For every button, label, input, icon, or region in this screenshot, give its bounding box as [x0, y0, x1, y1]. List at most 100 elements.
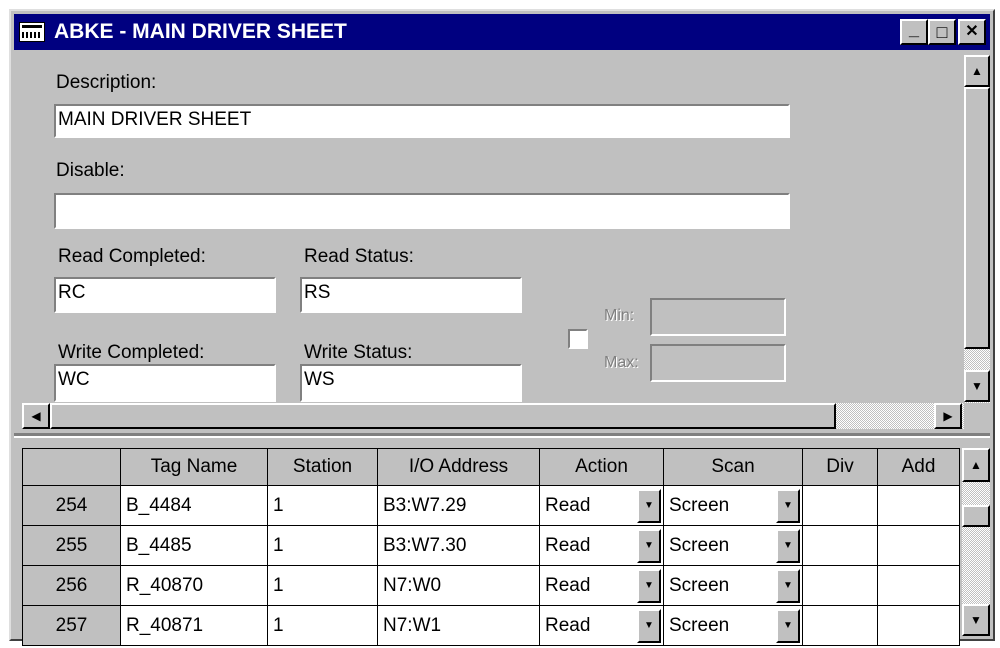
header-add[interactable]: Add — [877, 448, 960, 486]
header-scan[interactable]: Scan — [663, 448, 803, 486]
min-input[interactable] — [650, 298, 786, 336]
action-value: Read — [545, 494, 591, 516]
header-corner[interactable] — [22, 448, 121, 486]
description-label: Description: — [56, 72, 157, 93]
form-scroll-left-button[interactable]: ◀ — [22, 403, 50, 429]
header-station[interactable]: Station — [267, 448, 378, 486]
action-dropdown[interactable]: Read ▼ — [539, 485, 664, 526]
table-header-row: Tag Name Station I/O Address Action Scan… — [22, 448, 960, 486]
arrow-up-icon: ▲ — [970, 458, 982, 472]
dropdown-arrow-icon[interactable]: ▼ — [776, 528, 800, 563]
arrow-up-icon: ▲ — [971, 64, 983, 78]
max-input[interactable] — [650, 344, 786, 382]
scan-value: Screen — [669, 614, 730, 636]
maximize-icon: □ — [936, 22, 948, 42]
row-number[interactable]: 255 — [22, 525, 121, 566]
write-status-input[interactable]: WS — [300, 364, 522, 402]
grid-scroll-up-button[interactable]: ▲ — [962, 448, 990, 482]
grid-scroll-down-button[interactable]: ▼ — [962, 604, 990, 636]
min-label: Min: — [604, 307, 635, 324]
io-address-cell[interactable]: N7:W1 — [377, 605, 540, 646]
dropdown-arrow-icon[interactable]: ▼ — [776, 568, 800, 603]
action-value: Read — [545, 574, 591, 596]
station-cell[interactable]: 1 — [267, 605, 378, 646]
arrow-down-icon: ▼ — [970, 613, 982, 627]
read-completed-label: Read Completed: — [58, 246, 206, 267]
form-scroll-up-button[interactable]: ▲ — [964, 55, 990, 87]
io-address-cell[interactable]: N7:W0 — [377, 565, 540, 606]
pane-splitter[interactable] — [14, 433, 990, 438]
read-completed-input[interactable]: RC — [54, 277, 276, 313]
table-row: 257 R_40871 1 N7:W1 Read ▼ Screen ▼ — [22, 605, 960, 646]
add-cell[interactable] — [877, 565, 960, 606]
div-cell[interactable] — [802, 565, 878, 606]
dropdown-arrow-icon[interactable]: ▼ — [776, 608, 800, 643]
add-cell[interactable] — [877, 525, 960, 566]
title-bar[interactable]: ABKE - MAIN DRIVER SHEET _ □ ✕ — [14, 14, 990, 50]
header-action[interactable]: Action — [539, 448, 664, 486]
arrow-down-icon: ▼ — [971, 379, 983, 393]
scan-value: Screen — [669, 494, 730, 516]
dropdown-arrow-icon[interactable]: ▼ — [776, 488, 800, 523]
max-label: Max: — [604, 354, 639, 371]
form-horizontal-thumb[interactable] — [50, 403, 836, 429]
range-checkbox[interactable] — [568, 329, 588, 349]
table-row: 256 R_40870 1 N7:W0 Read ▼ Screen ▼ — [22, 565, 960, 606]
div-cell[interactable] — [802, 605, 878, 646]
form-scroll-down-button[interactable]: ▼ — [964, 370, 990, 402]
action-dropdown[interactable]: Read ▼ — [539, 565, 664, 606]
write-completed-label: Write Completed: — [58, 342, 205, 363]
header-io-address[interactable]: I/O Address — [377, 448, 540, 486]
close-button[interactable]: ✕ — [958, 19, 986, 45]
read-status-input[interactable]: RS — [300, 277, 522, 313]
window-title: ABKE - MAIN DRIVER SHEET — [54, 20, 347, 43]
action-dropdown[interactable]: Read ▼ — [539, 605, 664, 646]
form-scroll-right-button[interactable]: ▶ — [934, 403, 962, 429]
disable-input[interactable] — [54, 193, 790, 229]
row-number[interactable]: 256 — [22, 565, 121, 606]
dropdown-arrow-icon[interactable]: ▼ — [637, 528, 661, 563]
scan-dropdown[interactable]: Screen ▼ — [663, 605, 803, 646]
write-completed-input[interactable]: WC — [54, 364, 276, 402]
scan-value: Screen — [669, 534, 730, 556]
dropdown-arrow-icon[interactable]: ▼ — [637, 488, 661, 523]
tag-table: Tag Name Station I/O Address Action Scan… — [22, 448, 960, 646]
arrow-right-icon: ▶ — [943, 409, 953, 423]
arrow-left-icon: ◀ — [31, 409, 41, 423]
station-cell[interactable]: 1 — [267, 525, 378, 566]
disable-label: Disable: — [56, 160, 125, 181]
grid-vertical-thumb[interactable] — [962, 505, 990, 527]
tag-name-cell[interactable]: R_40871 — [120, 605, 268, 646]
station-cell[interactable]: 1 — [267, 485, 378, 526]
add-cell[interactable] — [877, 485, 960, 526]
table-row: 255 B_4485 1 B3:W7.30 Read ▼ Screen ▼ — [22, 525, 960, 566]
io-address-cell[interactable]: B3:W7.30 — [377, 525, 540, 566]
form-vertical-thumb[interactable] — [964, 87, 990, 349]
tag-name-cell[interactable]: B_4484 — [120, 485, 268, 526]
tag-name-cell[interactable]: B_4485 — [120, 525, 268, 566]
action-value: Read — [545, 534, 591, 556]
header-tag-name[interactable]: Tag Name — [120, 448, 268, 486]
header-div[interactable]: Div — [802, 448, 878, 486]
row-number[interactable]: 257 — [22, 605, 121, 646]
scan-dropdown[interactable]: Screen ▼ — [663, 525, 803, 566]
app-icon[interactable] — [19, 22, 45, 42]
write-status-label: Write Status: — [304, 342, 413, 363]
maximize-button[interactable]: □ — [928, 19, 956, 45]
dropdown-arrow-icon[interactable]: ▼ — [637, 608, 661, 643]
tag-name-cell[interactable]: R_40870 — [120, 565, 268, 606]
minimize-button[interactable]: _ — [900, 19, 928, 45]
dropdown-arrow-icon[interactable]: ▼ — [637, 568, 661, 603]
scan-dropdown[interactable]: Screen ▼ — [663, 565, 803, 606]
io-address-cell[interactable]: B3:W7.29 — [377, 485, 540, 526]
scan-dropdown[interactable]: Screen ▼ — [663, 485, 803, 526]
div-cell[interactable] — [802, 525, 878, 566]
row-number[interactable]: 254 — [22, 485, 121, 526]
station-cell[interactable]: 1 — [267, 565, 378, 606]
div-cell[interactable] — [802, 485, 878, 526]
table-row: 254 B_4484 1 B3:W7.29 Read ▼ Screen ▼ — [22, 485, 960, 526]
add-cell[interactable] — [877, 605, 960, 646]
action-value: Read — [545, 614, 591, 636]
action-dropdown[interactable]: Read ▼ — [539, 525, 664, 566]
description-input[interactable]: MAIN DRIVER SHEET — [54, 104, 790, 138]
